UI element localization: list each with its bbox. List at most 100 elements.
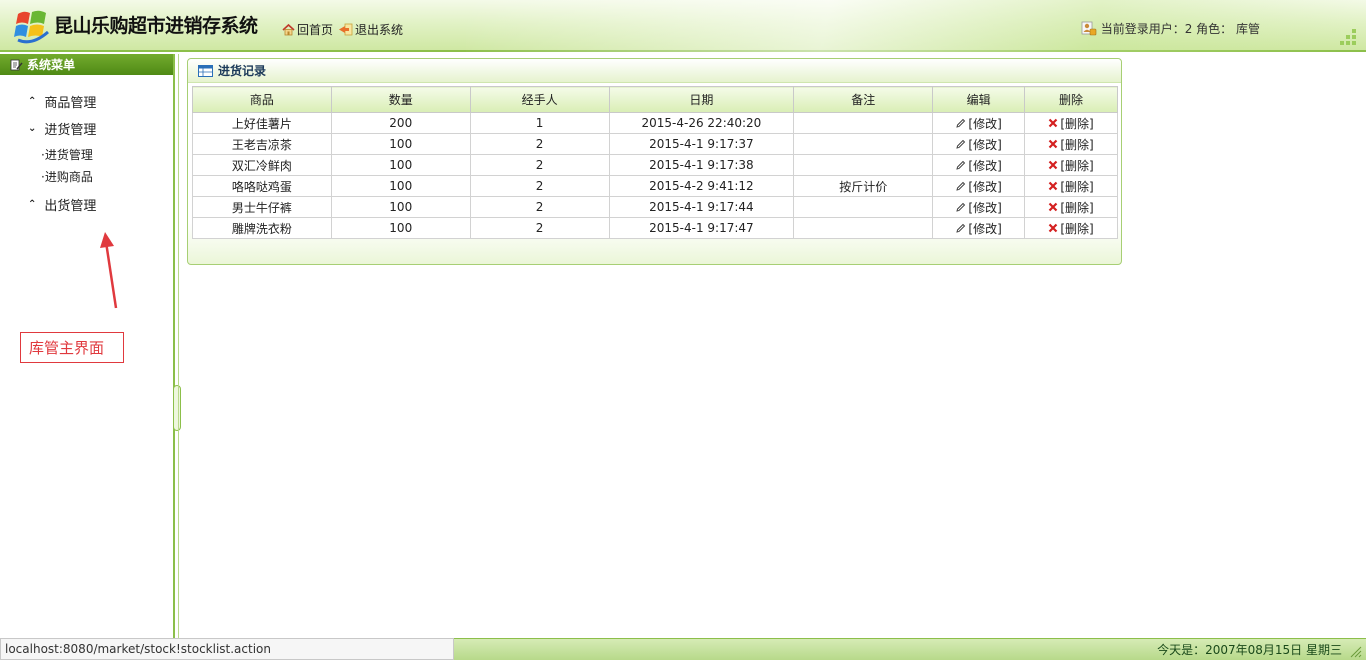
delete-button[interactable]: [删除] [1048,178,1094,195]
panel-title: 进货记录 [218,64,267,78]
logout-link[interactable]: 退出系统 [338,21,403,38]
table-header-row: 商品 数量 经手人 日期 备注 编辑 删除 [192,86,1118,113]
current-user-info: 当前登录用户：2 角色： 库管 [1081,20,1260,37]
cell-delete: [删除] [1024,133,1118,155]
corner-dots-decoration [1340,29,1356,45]
cell-date: 2015-4-1 9:17:37 [608,133,795,155]
column-header: 编辑 [932,86,1026,113]
edit-label: [修改] [968,221,1002,236]
annotation-label: 库管主界面 [20,332,124,363]
stock-records-table: 商品 数量 经手人 日期 备注 编辑 删除 上好佳薯片 200 1 2015-4-26… [192,86,1118,239]
edit-button[interactable]: [修改] [955,157,1002,174]
cell-quantity: 100 [330,133,471,155]
cell-delete: [删除] [1024,154,1118,176]
column-header: 日期 [608,86,795,113]
cell-note [793,196,934,218]
edit-button[interactable]: [修改] [955,220,1002,237]
home-link[interactable]: 回首页 [282,21,333,38]
delete-label: [删除] [1060,116,1094,131]
edit-button[interactable]: [修改] [955,199,1002,216]
cell-date: 2015-4-2 9:41:12 [608,175,795,197]
column-header: 备注 [793,86,934,113]
cell-product: 咯咯哒鸡蛋 [192,175,332,197]
sidebar-subitem-stock-records[interactable]: ·进货管理 [41,146,93,163]
cell-quantity: 100 [330,154,471,176]
table-row: 雕牌洗衣粉 100 2 2015-4-1 9:17:47 [修改] [删除] [192,217,1118,239]
sidebar-title: 系统菜单 [27,58,76,72]
delete-button[interactable]: [删除] [1048,199,1094,216]
cell-date: 2015-4-1 9:17:44 [608,196,795,218]
app-header: 昆山乐购超市进销存系统 回首页 退出系统 当前登录用户：2 角色： 库管 [0,0,1366,52]
cell-product: 上好佳薯片 [192,112,332,134]
chevron-up-icon: ⌃ [28,96,37,107]
app-title: 昆山乐购超市进销存系统 [54,15,258,37]
pencil-icon [956,181,966,191]
pencil-icon [956,223,966,233]
sidebar-item-shipment-management[interactable]: ⌃ 出货管理 [28,195,96,214]
cell-edit: [修改] [932,154,1026,176]
column-header: 商品 [192,86,332,113]
table-row: 王老吉凉茶 100 2 2015-4-1 9:17:37 [修改] [删除] [192,133,1118,155]
delete-button[interactable]: [删除] [1048,136,1094,153]
logout-icon [339,23,353,36]
cell-quantity: 100 [330,175,471,197]
chevron-down-icon: ⌄ [28,123,37,134]
cell-handler: 2 [469,175,610,197]
delete-x-icon [1049,139,1058,149]
table-row: 上好佳薯片 200 1 2015-4-26 22:40:20 [修改] [删除] [192,112,1118,134]
delete-x-icon [1049,223,1058,233]
annotation-arrow-icon [100,232,118,309]
cell-note: 按斤计价 [793,175,934,197]
cell-edit: [修改] [932,112,1026,134]
column-header: 删除 [1024,86,1118,113]
cell-date: 2015-4-1 9:17:47 [608,217,795,239]
delete-x-icon [1049,181,1058,191]
cell-product: 王老吉凉茶 [192,133,332,155]
delete-label: [删除] [1060,179,1094,194]
column-header: 经手人 [469,86,610,113]
cell-quantity: 100 [330,196,471,218]
edit-button[interactable]: [修改] [955,178,1002,195]
cell-handler: 2 [469,196,610,218]
cell-product: 双汇冷鲜肉 [192,154,332,176]
cell-edit: [修改] [932,217,1026,239]
sidebar-item-stock-management[interactable]: ⌄ 进货管理 [28,119,96,138]
cell-delete: [删除] [1024,112,1118,134]
cell-date: 2015-4-26 22:40:20 [608,112,795,134]
column-header: 数量 [330,86,471,113]
cell-note [793,154,934,176]
delete-label: [删除] [1060,137,1094,152]
home-link-label: 回首页 [297,23,334,37]
cell-handler: 2 [469,217,610,239]
sidebar-header: 系统菜单 [0,54,173,75]
pencil-icon [956,118,966,128]
logout-link-label: 退出系统 [355,23,404,37]
resize-grip-icon[interactable] [1348,644,1362,658]
cell-quantity: 100 [330,217,471,239]
cell-delete: [删除] [1024,175,1118,197]
sidebar-item-label: 商品管理 [44,96,97,111]
edit-label: [修改] [968,137,1002,152]
current-user-text: 当前登录用户：2 角色： 库管 [1100,22,1260,36]
pencil-icon [956,202,966,212]
delete-button[interactable]: [删除] [1048,220,1094,237]
sidebar-item-product-management[interactable]: ⌃ 商品管理 [28,92,96,111]
panel-header: 进货记录 [188,59,1121,83]
sidebar-item-label: 出货管理 [44,199,97,214]
delete-x-icon [1049,118,1058,128]
delete-button[interactable]: [删除] [1048,115,1094,132]
cell-product: 男士牛仔裤 [192,196,332,218]
sidebar-subitem-purchase-goods[interactable]: ·进购商品 [41,168,93,185]
pencil-icon [956,139,966,149]
edit-button[interactable]: [修改] [955,136,1002,153]
delete-button[interactable]: [删除] [1048,157,1094,174]
edit-label: [修改] [968,200,1002,215]
edit-button[interactable]: [修改] [955,115,1002,132]
edit-label: [修改] [968,179,1002,194]
cell-handler: 1 [469,112,610,134]
edit-label: [修改] [968,116,1002,131]
cell-handler: 2 [469,133,610,155]
cell-quantity: 200 [330,112,471,134]
edit-label: [修改] [968,158,1002,173]
delete-label: [删除] [1060,158,1094,173]
